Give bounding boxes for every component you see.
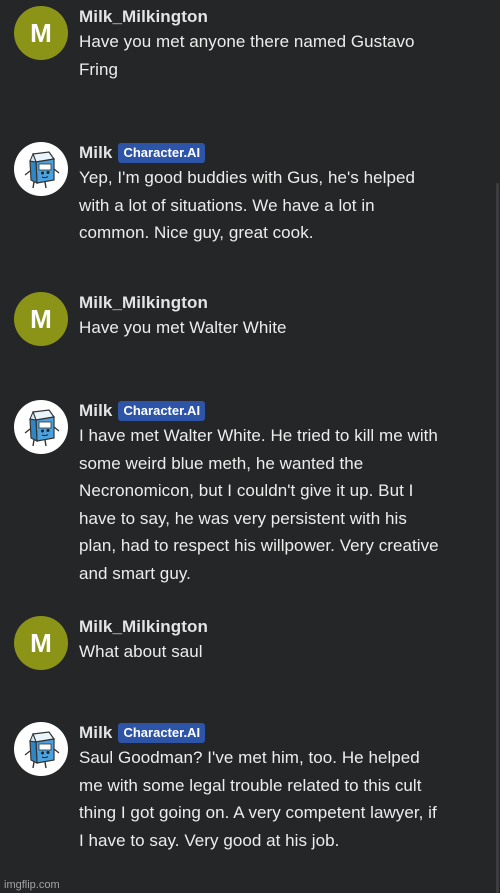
avatar[interactable]: M xyxy=(14,616,68,670)
scrollbar[interactable] xyxy=(496,183,499,893)
avatar-letter: M xyxy=(30,303,52,334)
milk-carton-icon xyxy=(24,731,60,769)
author-name[interactable]: Milk xyxy=(79,723,112,743)
message-header: Milk_Milkington xyxy=(79,6,208,28)
message-text: Yep, I'm good buddies with Gus, he's hel… xyxy=(79,168,415,242)
message-header: Milk_Milkington xyxy=(79,616,208,638)
avatar[interactable]: M xyxy=(14,292,68,346)
message-header: Milk_Milkington xyxy=(79,292,208,314)
avatar[interactable] xyxy=(14,400,68,454)
author-name[interactable]: Milk xyxy=(79,143,112,163)
author-name[interactable]: Milk_Milkington xyxy=(79,7,208,27)
message-text: Have you met anyone there named Gustavo … xyxy=(79,32,415,79)
message-header: Milk Character.AI xyxy=(79,722,206,744)
author-name[interactable]: Milk_Milkington xyxy=(79,293,208,313)
character-ai-badge: Character.AI xyxy=(118,723,206,743)
message-text: What about saul xyxy=(79,642,203,661)
message-text: I have met Walter White. He tried to kil… xyxy=(79,426,439,583)
author-name[interactable]: Milk_Milkington xyxy=(79,617,208,637)
author-name[interactable]: Milk xyxy=(79,401,112,421)
avatar[interactable]: M xyxy=(14,6,68,60)
milk-carton-icon xyxy=(24,409,60,447)
message-header: Milk Character.AI xyxy=(79,400,206,422)
message-text: Have you met Walter White xyxy=(79,318,287,337)
watermark: imgflip.com xyxy=(4,879,60,891)
avatar-letter: M xyxy=(30,17,52,48)
avatar-letter: M xyxy=(30,627,52,658)
milk-carton-icon xyxy=(24,151,60,189)
message-text: Saul Goodman? I've met him, too. He help… xyxy=(79,748,437,850)
avatar[interactable] xyxy=(14,722,68,776)
avatar[interactable] xyxy=(14,142,68,196)
character-ai-badge: Character.AI xyxy=(118,143,206,163)
character-ai-badge: Character.AI xyxy=(118,401,206,421)
message-header: Milk Character.AI xyxy=(79,142,206,164)
